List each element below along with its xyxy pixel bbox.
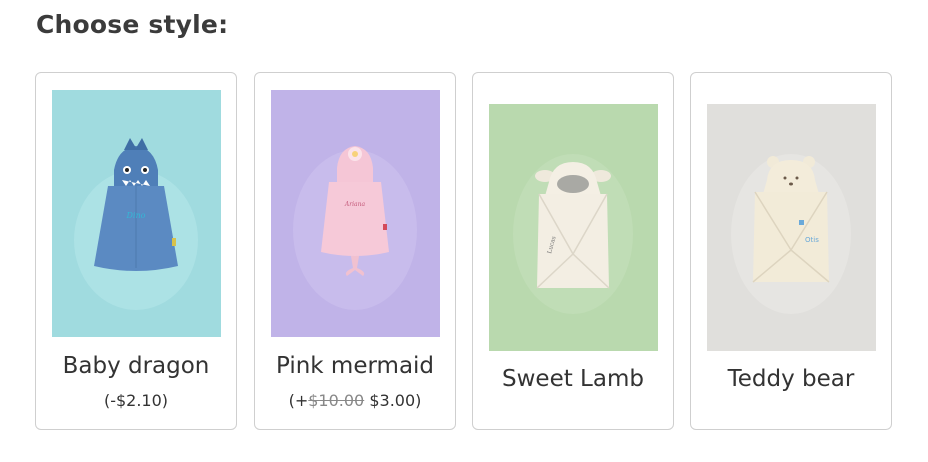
style-option-pink-mermaid[interactable]: Ariana Pink mermaid (+$10.00 $3.00) (254, 72, 456, 430)
section-heading: Choose style: (36, 10, 229, 39)
style-option-baby-dragon[interactable]: Dino Baby dragon (-$2.10) (35, 72, 237, 430)
style-chooser: Choose style: Dino Baby dragon (-$2.10) … (0, 0, 928, 462)
style-name: Pink mermaid (275, 353, 435, 379)
svg-text:Otis: Otis (805, 236, 819, 244)
style-name: Sweet Lamb (502, 366, 644, 392)
style-name: Teddy bear (727, 366, 855, 392)
svg-text:Ariana: Ariana (344, 201, 366, 208)
original-price: $10.00 (308, 391, 365, 410)
baby-dragon-image: Dino (52, 90, 221, 337)
pink-mermaid-image: Ariana (271, 90, 440, 337)
style-name: Baby dragon (62, 353, 210, 379)
price-suffix: ) (415, 391, 422, 410)
style-option-sweet-lamb[interactable]: Lucas Sweet Lamb (472, 72, 674, 430)
price-prefix: (+ (288, 391, 309, 410)
style-price: (-$2.10) (103, 391, 169, 410)
sweet-lamb-image: Lucas (489, 104, 658, 351)
style-option-teddy-bear[interactable]: Otis Teddy bear (690, 72, 892, 430)
teddy-bear-image: Otis (707, 104, 876, 351)
style-price: (+$10.00 $3.00) (255, 391, 455, 410)
svg-text:Dino: Dino (126, 211, 146, 220)
sale-price: $3.00 (369, 391, 416, 410)
